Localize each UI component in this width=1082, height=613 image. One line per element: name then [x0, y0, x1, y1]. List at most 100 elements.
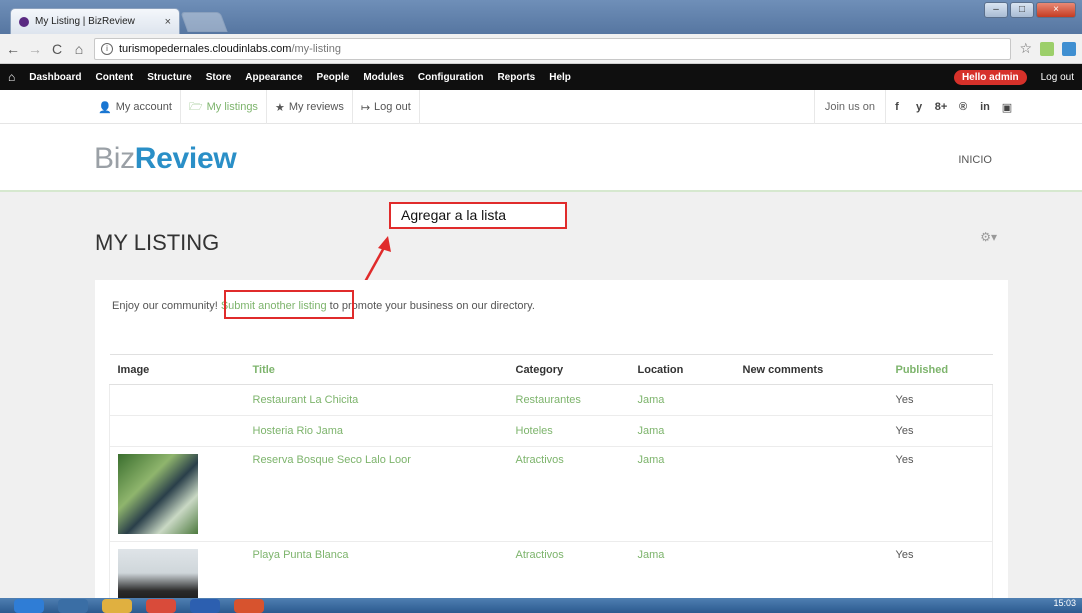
location-link[interactable]: Jama — [638, 454, 665, 466]
col-location[interactable]: Location — [629, 354, 735, 385]
location-link[interactable]: Jama — [638, 425, 665, 437]
listing-title-link[interactable]: Playa Punta Blanca — [253, 549, 349, 561]
location-cell: Jama — [629, 446, 735, 542]
annotation-callout: Agregar a la lista — [389, 202, 567, 229]
main-content: Agregar a la lista MY LISTING ⚙▾ Enjoy o… — [0, 192, 1082, 613]
logo-text-biz: Biz — [94, 142, 135, 175]
hello-admin-badge[interactable]: Hello admin — [953, 69, 1027, 85]
word-taskbar-icon[interactable] — [190, 599, 220, 613]
social-links: Join us on f y 8+ ® in ▣ — [813, 90, 1018, 124]
powerpoint-taskbar-icon[interactable] — [234, 599, 264, 613]
listing-thumbnail[interactable] — [118, 454, 198, 534]
new-tab-button[interactable] — [180, 12, 228, 32]
page-title: MY LISTING — [95, 230, 220, 255]
forward-button[interactable]: → — [28, 41, 42, 57]
user-links: 👤 My account 🗁 My listings ★ My reviews ↦ Lo… — [90, 90, 420, 124]
gear-icon[interactable]: ⚙▾ — [980, 230, 997, 244]
site-header: BizReview INICIO — [0, 124, 1082, 192]
my-reviews-link[interactable]: ★ My reviews — [267, 90, 353, 124]
maximize-button[interactable]: □ — [1010, 2, 1034, 18]
location-link[interactable]: Jama — [638, 394, 665, 406]
close-window-button[interactable]: × — [1036, 2, 1076, 18]
col-new-comments[interactable]: New comments — [734, 354, 888, 385]
tab-close-icon[interactable]: × — [165, 16, 171, 28]
table-row: Hosteria Rio Jama Hoteles Jama Yes — [109, 415, 993, 447]
published-cell: Yes — [887, 384, 993, 416]
my-account-label: My account — [115, 101, 172, 113]
col-image[interactable]: Image — [109, 354, 245, 385]
logout-link[interactable]: ↦ Log out — [353, 90, 420, 124]
home-icon[interactable]: ⌂ — [8, 70, 15, 84]
toolbar-item-people[interactable]: People — [317, 72, 350, 83]
toolbar-logout-link[interactable]: Log out — [1041, 72, 1074, 83]
facebook-icon[interactable]: f — [886, 101, 908, 113]
taskbar-app-icon[interactable] — [58, 599, 88, 613]
extension-icon[interactable] — [1040, 41, 1054, 56]
title-cell: Hosteria Rio Jama — [244, 415, 508, 447]
title-cell: Restaurant La Chicita — [244, 384, 508, 416]
site-logo[interactable]: BizReview — [94, 142, 237, 176]
category-link[interactable]: Atractivos — [516, 549, 564, 561]
linkedin-icon[interactable]: in — [974, 101, 996, 113]
my-listings-link[interactable]: 🗁 My listings — [181, 90, 267, 124]
start-button[interactable] — [14, 599, 44, 613]
toolbar-item-dashboard[interactable]: Dashboard — [29, 72, 81, 83]
browser-tab-strip: My Listing | BizReview × – □ × — [0, 0, 1082, 34]
listing-title-link[interactable]: Reserva Bosque Seco Lalo Loor — [253, 454, 411, 466]
annotation-highlight-box — [224, 290, 354, 319]
toolbar-item-reports[interactable]: Reports — [497, 72, 535, 83]
image-cell — [109, 384, 245, 416]
category-link[interactable]: Atractivos — [516, 454, 564, 466]
google-plus-icon[interactable]: 8+ — [930, 101, 952, 113]
my-reviews-label: My reviews — [288, 101, 344, 113]
taskbar-clock: 15:03 — [1053, 598, 1076, 608]
col-published[interactable]: Published — [887, 354, 993, 385]
category-link[interactable]: Restaurantes — [516, 394, 581, 406]
reload-button[interactable]: C — [50, 41, 64, 57]
info-icon[interactable]: i — [101, 42, 113, 55]
category-cell: Hoteles — [507, 415, 630, 447]
col-category[interactable]: Category — [507, 354, 630, 385]
toolbar-item-content[interactable]: Content — [95, 72, 133, 83]
col-title[interactable]: Title — [244, 354, 508, 385]
taskbar-app-icon[interactable] — [102, 599, 132, 613]
extension-icon[interactable] — [1062, 41, 1076, 56]
listing-title-link[interactable]: Restaurant La Chicita — [253, 394, 359, 406]
title-cell: Reserva Bosque Seco Lalo Loor — [244, 446, 508, 542]
intro-before: Enjoy our community! — [112, 300, 221, 312]
location-link[interactable]: Jama — [638, 549, 665, 561]
logout-label: Log out — [374, 101, 411, 113]
logout-icon: ↦ — [360, 101, 371, 114]
address-bar-row: ← → C ⌂ i turismopedernales.cloudinlabs.… — [0, 34, 1082, 64]
my-account-link[interactable]: 👤 My account — [90, 90, 181, 124]
home-button[interactable]: ⌂ — [72, 41, 86, 57]
toolbar-item-store[interactable]: Store — [206, 72, 232, 83]
bookmark-star-icon[interactable]: ☆ — [1019, 40, 1032, 57]
toolbar-item-help[interactable]: Help — [549, 72, 571, 83]
url-input[interactable]: i turismopedernales.cloudinlabs.com/my-l… — [94, 37, 1012, 60]
image-cell — [109, 446, 245, 542]
window-controls: – □ × — [984, 2, 1076, 18]
back-button[interactable]: ← — [6, 41, 20, 57]
chrome-taskbar-icon[interactable] — [146, 599, 176, 613]
listing-card: Enjoy our community! Submit another list… — [95, 280, 1008, 613]
youtube-icon[interactable]: ▣ — [996, 101, 1018, 114]
listing-table: Image Title Category Location New commen… — [109, 354, 993, 613]
os-taskbar: 15:03 — [0, 598, 1082, 613]
star-icon: ★ — [274, 101, 285, 114]
toolbar-item-modules[interactable]: Modules — [363, 72, 404, 83]
location-cell: Jama — [629, 384, 735, 416]
site-favicon-icon — [19, 16, 29, 27]
toolbar-item-configuration[interactable]: Configuration — [418, 72, 484, 83]
nav-inicio-link[interactable]: INICIO — [958, 154, 992, 166]
twitter-icon[interactable]: y — [908, 101, 930, 113]
listing-title-link[interactable]: Hosteria Rio Jama — [253, 425, 343, 437]
table-header-row: Image Title Category Location New commen… — [109, 354, 993, 385]
comments-cell — [734, 446, 888, 542]
category-link[interactable]: Hoteles — [516, 425, 553, 437]
minimize-button[interactable]: – — [984, 2, 1008, 18]
toolbar-item-appearance[interactable]: Appearance — [245, 72, 302, 83]
browser-tab[interactable]: My Listing | BizReview × — [10, 8, 180, 34]
toolbar-item-structure[interactable]: Structure — [147, 72, 191, 83]
pinterest-icon[interactable]: ® — [952, 101, 974, 113]
